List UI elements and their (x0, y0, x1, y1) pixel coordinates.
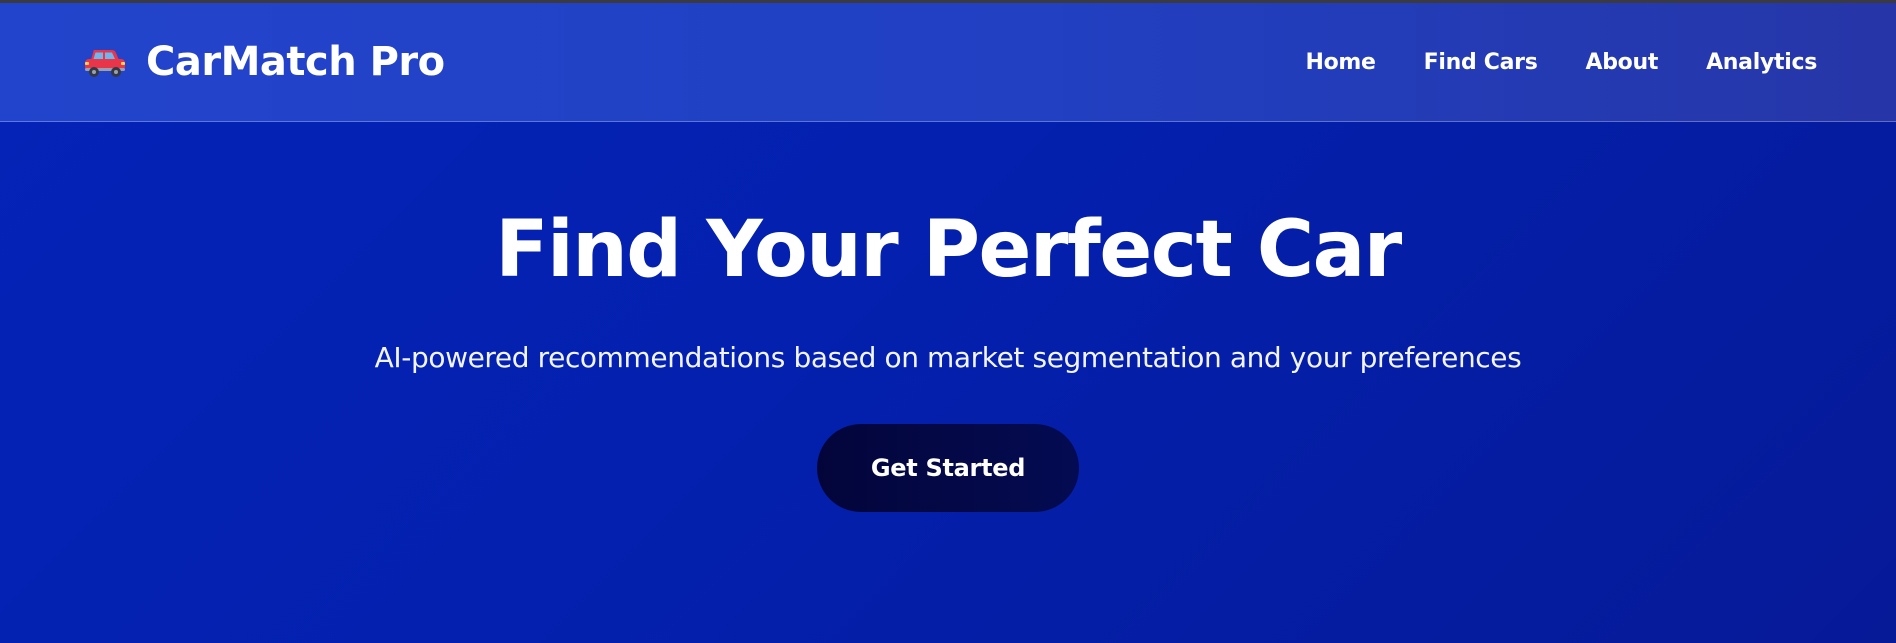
hero-section: Find Your Perfect Car AI-powered recomme… (0, 123, 1896, 643)
brand[interactable]: CarMatch Pro (82, 39, 445, 85)
red-car-icon (82, 44, 128, 80)
hero-title: Find Your Perfect Car (495, 205, 1402, 295)
nav-link-analytics[interactable]: Analytics (1706, 50, 1817, 75)
get-started-button[interactable]: Get Started (817, 424, 1079, 512)
nav-link-about[interactable]: About (1586, 50, 1659, 75)
brand-name: CarMatch Pro (146, 39, 445, 85)
site-header: CarMatch Pro Home Find Cars About Analyt… (0, 3, 1896, 122)
nav-link-find-cars[interactable]: Find Cars (1424, 50, 1538, 75)
main-nav: Home Find Cars About Analytics (1305, 50, 1817, 75)
page: CarMatch Pro Home Find Cars About Analyt… (0, 0, 1896, 643)
nav-link-home[interactable]: Home (1305, 50, 1375, 75)
hero-subtitle: AI-powered recommendations based on mark… (374, 341, 1522, 374)
